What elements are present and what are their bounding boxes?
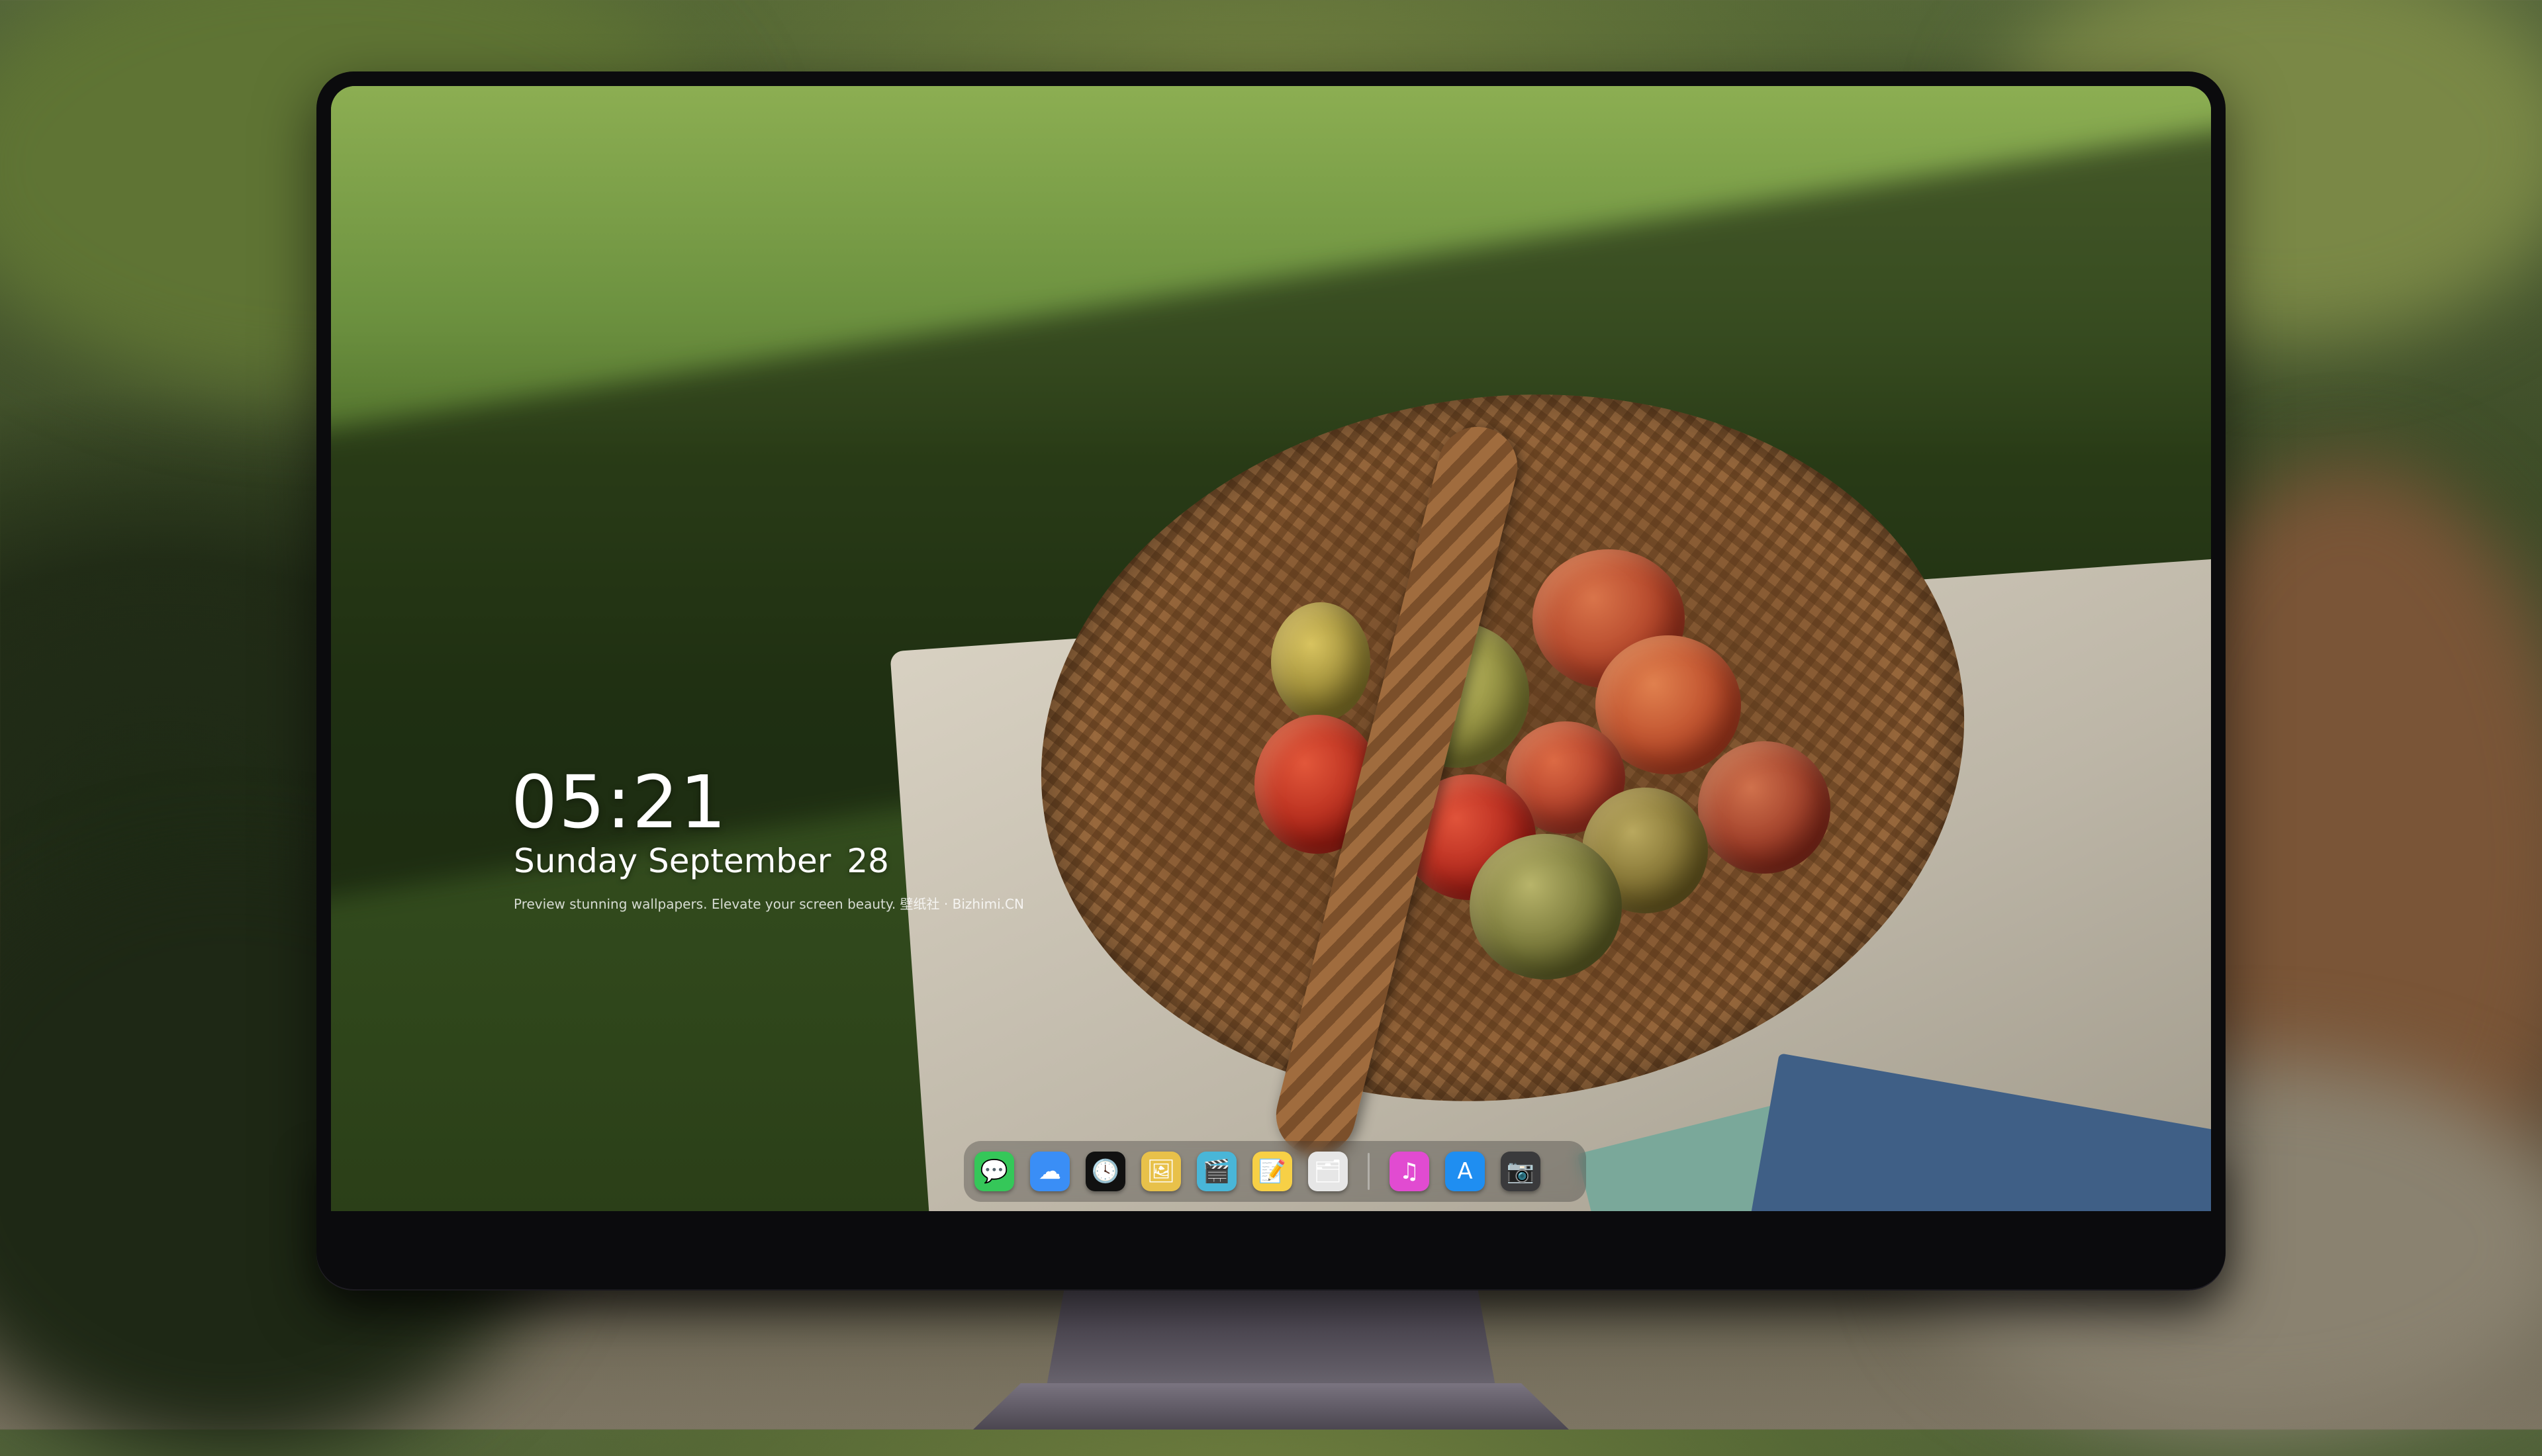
desktop-screen: 05:21 Sunday September 28 Preview stunnin… <box>331 86 2211 1211</box>
clock-time: 05:21 <box>511 760 728 844</box>
wallpaper-apple <box>1271 602 1370 721</box>
date-weekday-month: Sunday September <box>514 842 831 880</box>
monitor-frame: 05:21 Sunday September 28 Preview stunnin… <box>316 71 2226 1289</box>
dock: 💬 ☁ 🕓 🖼 🎬 📝 🗂 ♫ A 📷 <box>964 1141 1586 1202</box>
notes-icon[interactable]: 📝 <box>1252 1152 1292 1191</box>
clapper-icon[interactable]: 🎬 <box>1197 1152 1237 1191</box>
dock-separator <box>1368 1153 1370 1190</box>
photos-icon[interactable]: 🗂 <box>1308 1152 1348 1191</box>
wallpaper-tagline: Preview stunning wallpapers. Elevate you… <box>514 896 1024 912</box>
weather-icon[interactable]: ☁ <box>1030 1152 1070 1191</box>
wallpaper-apple <box>1470 834 1622 979</box>
music-icon[interactable]: ♫ <box>1389 1152 1429 1191</box>
monitor-stand <box>1046 1291 1496 1390</box>
date-day: 28 <box>847 842 889 880</box>
preview-icon[interactable]: 🖼 <box>1141 1152 1181 1191</box>
monitor-stand-base <box>973 1383 1569 1430</box>
camera-icon[interactable]: 📷 <box>1501 1152 1540 1191</box>
wallpaper-apple <box>1698 741 1830 874</box>
messages-icon[interactable]: 💬 <box>974 1152 1014 1191</box>
date-label: Sunday September 28 <box>514 842 889 880</box>
app-store-icon[interactable]: A <box>1445 1152 1485 1191</box>
clock-icon[interactable]: 🕓 <box>1086 1152 1125 1191</box>
